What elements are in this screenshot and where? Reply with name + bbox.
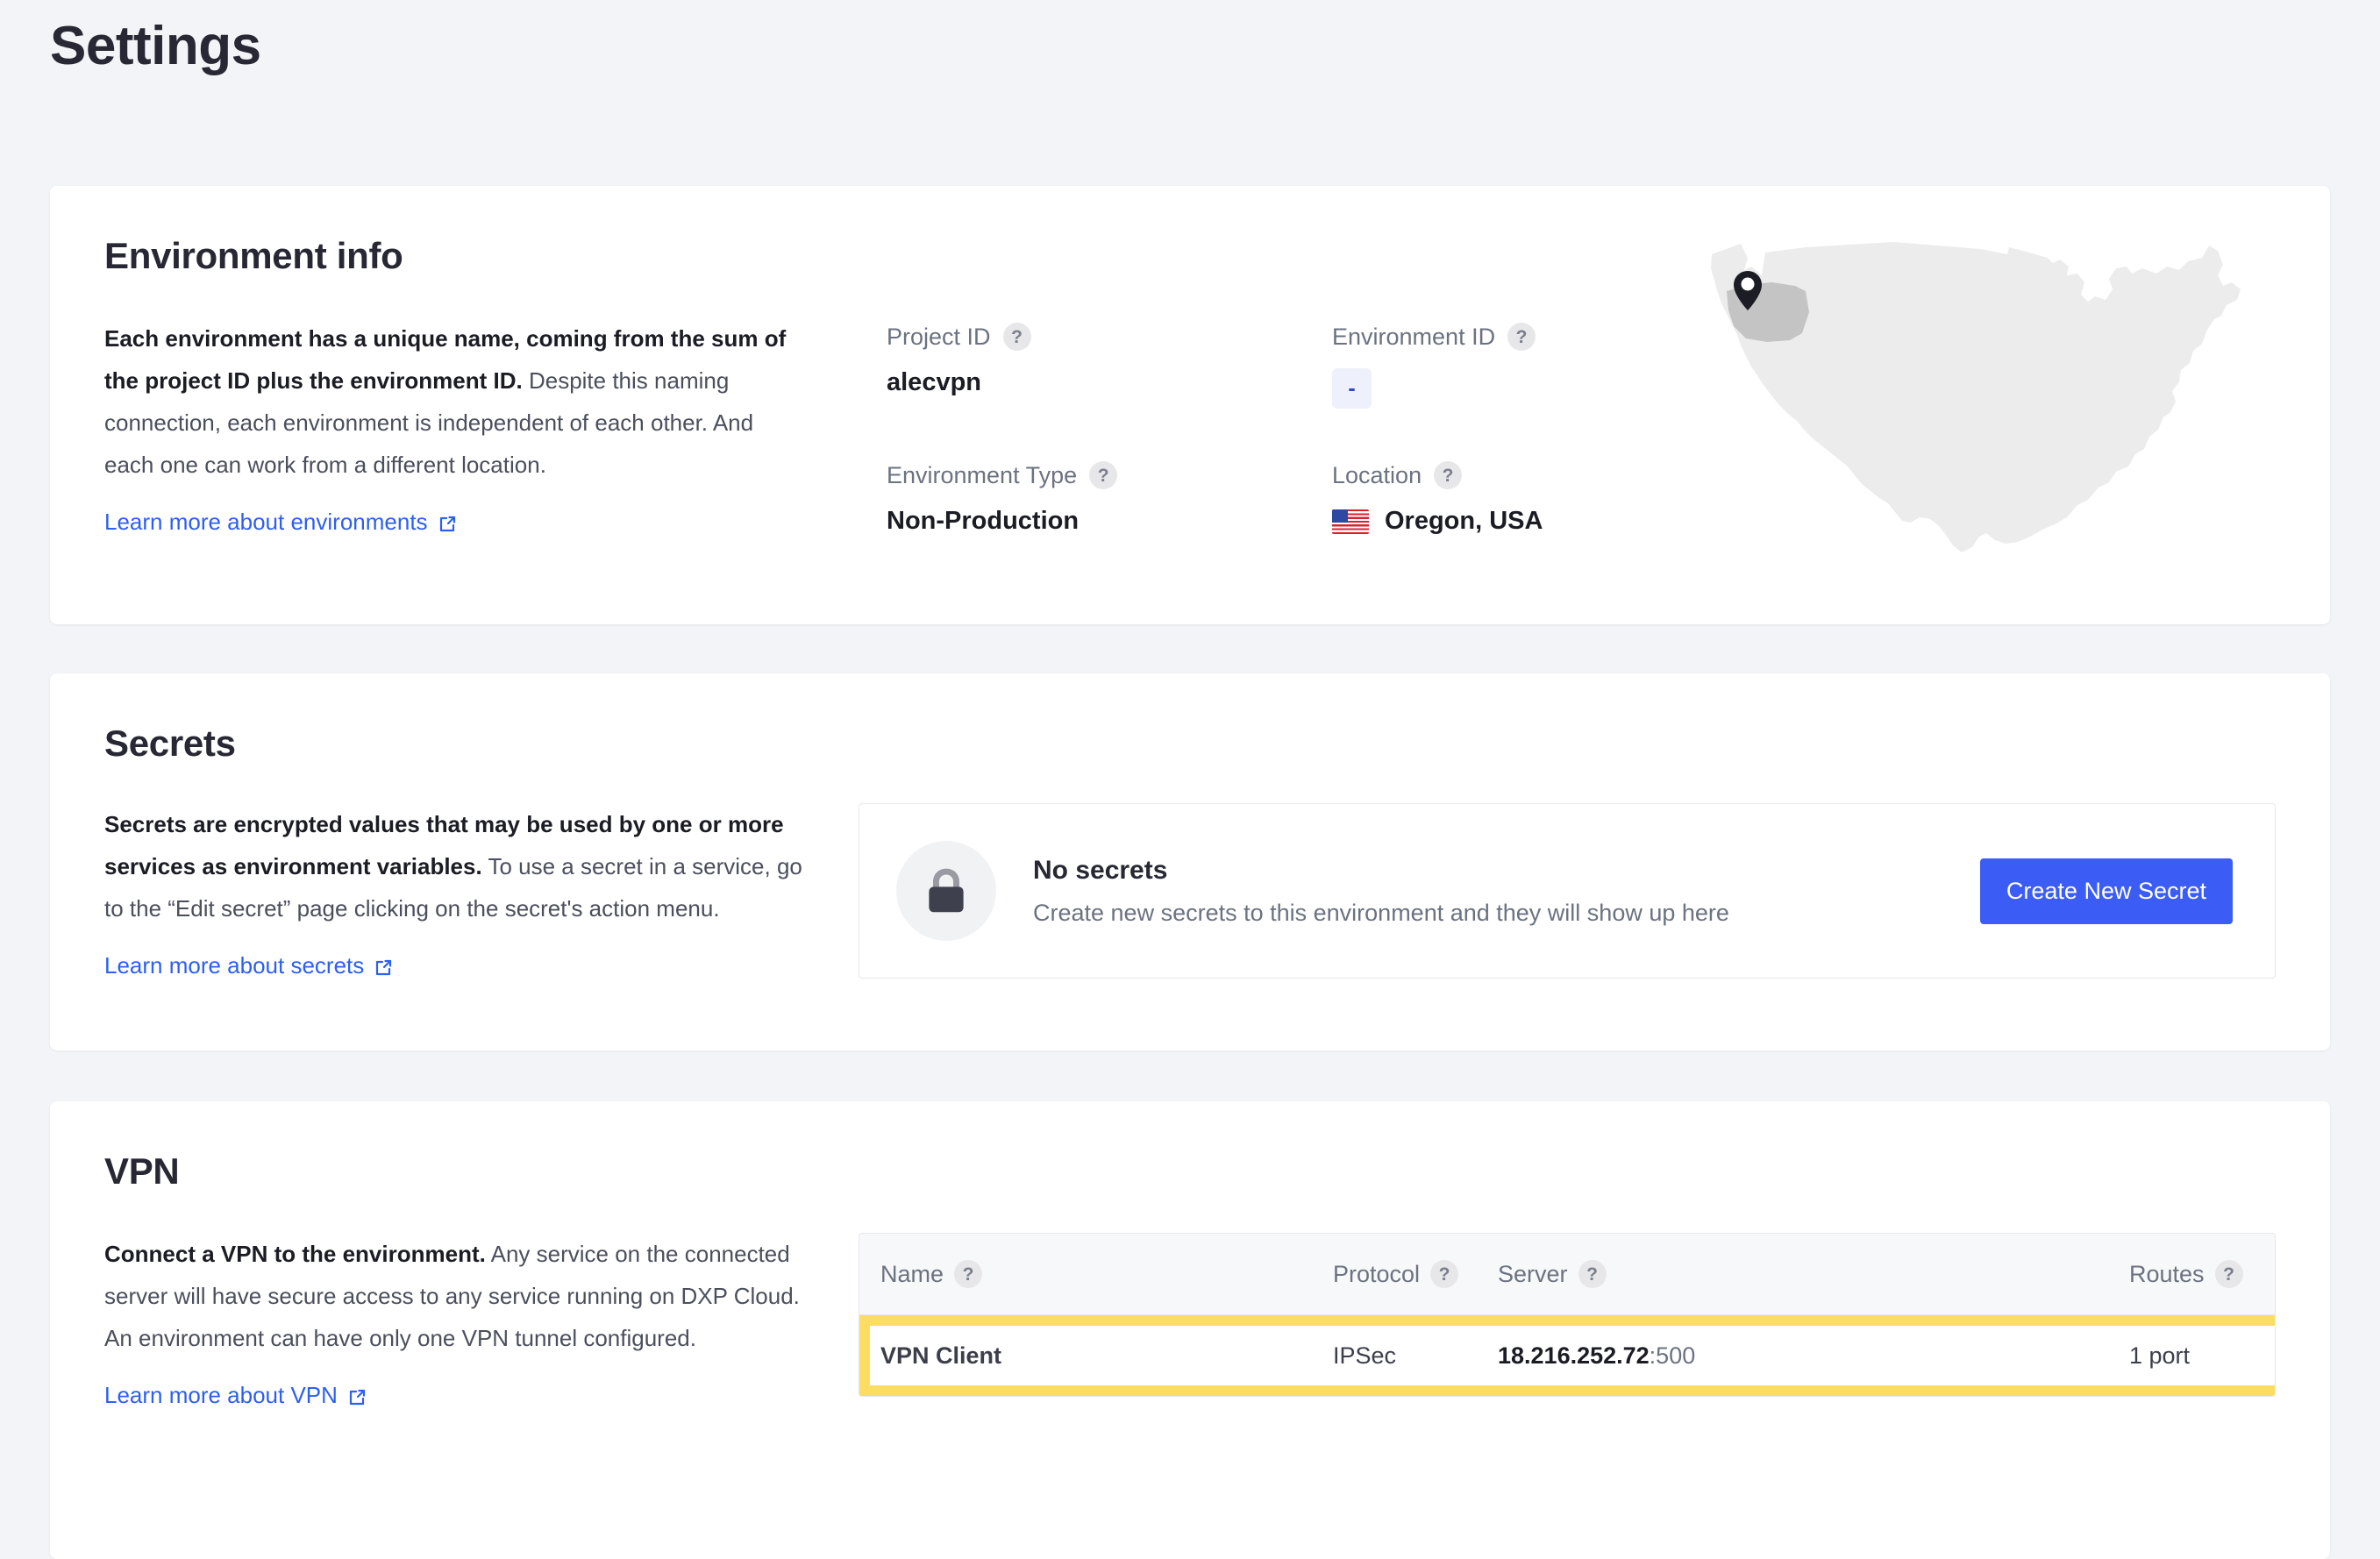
column-header-protocol: Protocol ? xyxy=(1333,1234,1498,1316)
column-header-protocol-label: Protocol xyxy=(1333,1260,1421,1287)
help-icon[interactable]: ? xyxy=(954,1260,983,1289)
page-title: Settings xyxy=(50,16,261,76)
cell-vpn-server-port: :500 xyxy=(1649,1342,1696,1369)
cell-vpn-server-ip: 18.216.252.72 xyxy=(1498,1342,1650,1369)
field-environment-id: Environment ID ? - xyxy=(1332,323,2276,409)
external-link-icon xyxy=(373,957,394,979)
vpn-table: Name ? Protocol ? Server ? Routes ? VPN … xyxy=(859,1234,2275,1396)
secrets-empty-subtitle: Create new secrets to this environment a… xyxy=(1033,899,1729,926)
cell-vpn-routes: 1 port xyxy=(2129,1314,2275,1396)
environment-id-badge: - xyxy=(1332,368,1372,409)
help-icon[interactable]: ? xyxy=(1430,1260,1459,1289)
learn-more-secrets-link[interactable]: Learn more about secrets xyxy=(104,952,394,979)
lock-icon xyxy=(896,841,996,942)
external-link-icon xyxy=(346,1387,367,1408)
field-environment-type-value: Non-Production xyxy=(887,507,1080,536)
vpn-table-head: Name ? Protocol ? Server ? Routes ? xyxy=(859,1234,2275,1316)
secrets-empty-state-panel: No secrets Create new secrets to this en… xyxy=(859,803,2276,979)
help-icon[interactable]: ? xyxy=(1002,323,1031,352)
field-project-id-label-row: Project ID ? xyxy=(887,323,1332,352)
column-header-routes: Routes ? xyxy=(2129,1234,2275,1316)
field-project-id-label: Project ID xyxy=(887,323,991,350)
learn-more-vpn-label: Learn more about VPN xyxy=(104,1382,338,1409)
cell-vpn-server: 18.216.252.72:500 xyxy=(1498,1314,2129,1396)
table-row[interactable]: VPN Client IPSec 18.216.252.72:500 1 por… xyxy=(859,1314,2275,1396)
field-location-value-row: Oregon, USA xyxy=(1332,507,2276,536)
field-location-label: Location xyxy=(1332,461,1422,488)
environment-info-description-column: Each environment has a unique name, comi… xyxy=(104,317,806,536)
vpn-description: Connect a VPN to the environment. Any se… xyxy=(104,1233,806,1359)
vpn-description-bold: Connect a VPN to the environment. xyxy=(104,1241,486,1268)
secrets-heading: Secrets xyxy=(104,723,236,765)
field-environment-type-label-row: Environment Type ? xyxy=(887,461,1332,490)
settings-page: Settings Environment info Each environme… xyxy=(0,0,2380,1559)
help-icon[interactable]: ? xyxy=(1089,461,1118,490)
vpn-card: VPN Connect a VPN to the environment. An… xyxy=(50,1101,2330,1559)
cell-vpn-protocol: IPSec xyxy=(1333,1314,1498,1396)
learn-more-environments-link[interactable]: Learn more about environments xyxy=(104,509,458,536)
environment-info-card: Environment info Each environment has a … xyxy=(50,186,2330,625)
help-icon[interactable]: ? xyxy=(2214,1260,2243,1289)
cell-vpn-name: VPN Client xyxy=(859,1314,1333,1396)
secrets-description-column: Secrets are encrypted values that may be… xyxy=(104,803,806,979)
field-environment-id-label: Environment ID xyxy=(1332,323,1496,350)
vpn-heading: VPN xyxy=(104,1150,180,1192)
help-icon[interactable]: ? xyxy=(1507,323,1536,352)
external-link-icon xyxy=(437,514,458,535)
field-location-label-row: Location ? xyxy=(1332,461,2276,490)
field-project-id-value: alecvpn xyxy=(887,368,981,397)
secrets-description: Secrets are encrypted values that may be… xyxy=(104,803,806,929)
environment-info-description: Each environment has a unique name, comi… xyxy=(104,317,806,486)
secrets-card: Secrets Secrets are encrypted values tha… xyxy=(50,673,2330,1051)
vpn-table-body: VPN Client IPSec 18.216.252.72:500 1 por… xyxy=(859,1314,2275,1396)
column-header-name-label: Name xyxy=(880,1260,944,1287)
environment-fields-grid: Project ID ? alecvpn Environment ID ? - xyxy=(806,317,2276,536)
field-location: Location ? Oregon, USA xyxy=(1332,461,2276,536)
vpn-description-column: Connect a VPN to the environment. Any se… xyxy=(104,1233,806,1409)
us-flag-icon xyxy=(1332,509,1369,534)
vpn-table-header-row: Name ? Protocol ? Server ? Routes ? xyxy=(859,1234,2275,1316)
learn-more-secrets-label: Learn more about secrets xyxy=(104,952,365,979)
help-icon[interactable]: ? xyxy=(1434,461,1463,490)
column-header-server: Server ? xyxy=(1498,1234,2129,1316)
learn-more-vpn-link[interactable]: Learn more about VPN xyxy=(104,1382,367,1409)
field-project-id: Project ID ? alecvpn xyxy=(887,323,1332,409)
column-header-routes-label: Routes xyxy=(2129,1260,2205,1287)
environment-info-heading: Environment info xyxy=(104,235,403,277)
field-environment-type-label: Environment Type xyxy=(887,461,1078,488)
learn-more-environments-label: Learn more about environments xyxy=(104,509,428,536)
secrets-empty-state-texts: No secrets Create new secrets to this en… xyxy=(1033,856,1943,927)
field-environment-id-value-row: - xyxy=(1332,368,2276,409)
create-new-secret-button[interactable]: Create New Secret xyxy=(1979,858,2233,924)
help-icon[interactable]: ? xyxy=(1578,1260,1607,1289)
field-environment-type: Environment Type ? Non-Production xyxy=(887,461,1332,536)
column-header-server-label: Server xyxy=(1498,1260,1568,1287)
field-environment-id-label-row: Environment ID ? xyxy=(1332,323,2276,352)
vpn-table-wrapper: Name ? Protocol ? Server ? Routes ? VPN … xyxy=(859,1233,2276,1397)
secrets-empty-title: No secrets xyxy=(1033,855,1168,885)
column-header-name: Name ? xyxy=(859,1234,1333,1316)
field-location-value: Oregon, USA xyxy=(1385,507,1543,536)
